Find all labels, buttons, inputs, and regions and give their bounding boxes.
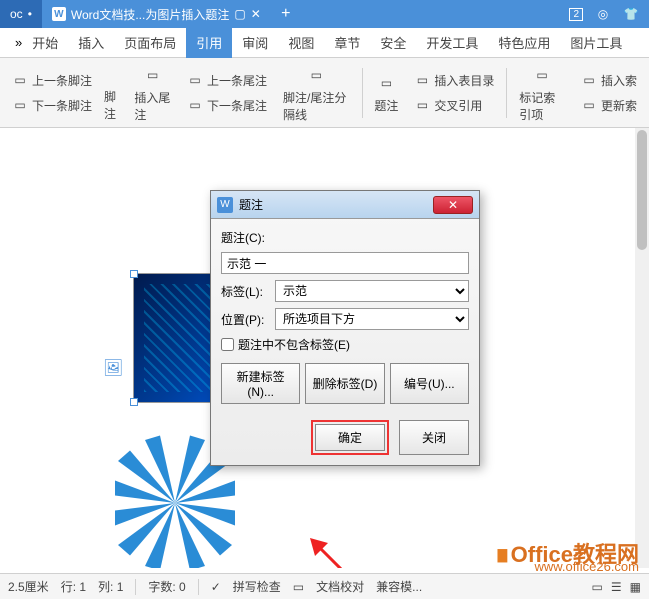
caption-input[interactable] (221, 252, 469, 274)
status-proof[interactable]: 文档校对 (316, 578, 364, 595)
tab-chapter[interactable]: 章节 (324, 28, 370, 58)
caption-button[interactable]: ▭ 题注 (370, 67, 402, 118)
tab-close-icon[interactable]: ✕ (251, 7, 261, 21)
mark-index-button[interactable]: ▭ 标记索引项 (515, 59, 569, 127)
mark-index-icon: ▭ (530, 63, 554, 87)
tab-doc-2[interactable]: W Word文档技...为图片插入题注 ▢ ✕ (42, 0, 271, 28)
resize-handle-sw[interactable] (130, 398, 138, 406)
separator-button[interactable]: ▭ 脚注/尾注分隔线 (279, 59, 354, 127)
position-select[interactable]: 所选项目下方 (275, 308, 469, 330)
watermark-url: www.office26.com (534, 559, 639, 574)
spell-check-icon[interactable]: ✓ (211, 580, 221, 594)
insert-toc-button[interactable]: ▭插入表目录 (410, 70, 498, 91)
ribbon: ▭上一条脚注 ▭下一条脚注 脚注 ▭ 插入尾注 ▭上一条尾注 ▭下一条尾注 ▭ … (0, 58, 649, 128)
tab-reference[interactable]: 引用 (186, 28, 232, 58)
footnote-label: 脚注 (104, 88, 122, 122)
status-compat: 兼容模... (376, 578, 422, 595)
scroll-thumb[interactable] (637, 130, 647, 250)
insert-index-button[interactable]: ▭插入索 (577, 70, 641, 91)
close-button[interactable]: ✕ (433, 196, 473, 214)
tab-dev[interactable]: 开发工具 (416, 28, 488, 58)
notification-badge[interactable]: 2 (569, 8, 583, 21)
toc-icon: ▭ (414, 72, 430, 88)
new-label-button[interactable]: 新建标签(N)... (221, 363, 300, 404)
prev-endnote-icon: ▭ (187, 72, 203, 88)
tab-insert[interactable]: 插入 (68, 28, 114, 58)
label-select[interactable]: 示范 (275, 280, 469, 302)
titlebar: oc • W Word文档技...为图片插入题注 ▢ ✕ + 2 ◎ 👕 (0, 0, 649, 28)
status-col: 列: 1 (98, 578, 123, 595)
dialog-title: 题注 (239, 196, 263, 213)
exclude-checkbox-input[interactable] (221, 338, 234, 351)
insert-index-icon: ▭ (581, 72, 597, 88)
close-button-action[interactable]: 关闭 (399, 420, 469, 455)
ribbon-more-icon[interactable]: » (15, 35, 22, 50)
tab-label: Word文档技...为图片插入题注 (71, 6, 229, 23)
resize-handle-nw[interactable] (130, 270, 138, 278)
tab-picture[interactable]: 图片工具 (560, 28, 632, 58)
cross-ref-button[interactable]: ▭交叉引用 (410, 95, 498, 116)
tab-doc-1[interactable]: oc • (0, 0, 42, 28)
next-endnote-icon: ▭ (187, 97, 203, 113)
next-footnote-icon: ▭ (12, 97, 28, 113)
crossref-icon: ▭ (414, 97, 430, 113)
numbering-button[interactable]: 编号(U)... (390, 363, 469, 404)
insert-endnote-button[interactable]: ▭ 插入尾注 (130, 59, 175, 127)
tab-dirty-dot: • (28, 7, 32, 21)
status-line: 行: 1 (61, 578, 86, 595)
update-index-button[interactable]: ▭更新索 (577, 95, 641, 116)
next-footnote-button[interactable]: ▭下一条脚注 (8, 95, 96, 116)
caption-label: 题注(C): (221, 229, 469, 246)
view-outline-icon[interactable]: ☰ (611, 580, 622, 594)
exclude-label-checkbox[interactable]: 题注中不包含标签(E) (221, 336, 469, 353)
endnote-icon: ▭ (141, 63, 165, 87)
tab-layout[interactable]: 页面布局 (114, 28, 186, 58)
next-endnote-button[interactable]: ▭下一条尾注 (183, 95, 271, 116)
tab-restore-icon[interactable]: ▢ (234, 7, 245, 21)
position-label: 位置(P): (221, 311, 269, 328)
proof-icon[interactable]: ▭ (293, 580, 304, 594)
tab-review[interactable]: 审阅 (232, 28, 278, 58)
tab-start[interactable]: 开始 (22, 28, 68, 58)
prev-footnote-button[interactable]: ▭上一条脚注 (8, 70, 96, 91)
tab-security[interactable]: 安全 (370, 28, 416, 58)
view-web-icon[interactable]: ▦ (630, 580, 641, 594)
caption-dialog: W 题注 ✕ 题注(C): 标签(L): 示范 位置(P): 所选项目下方 题注… (210, 190, 480, 466)
label-label: 标签(L): (221, 283, 269, 300)
update-index-icon: ▭ (581, 97, 597, 113)
separator-icon: ▭ (304, 63, 328, 87)
dialog-titlebar[interactable]: W 题注 ✕ (211, 191, 479, 219)
status-position: 2.5厘米 (8, 578, 49, 595)
ok-button[interactable]: 确定 (315, 424, 385, 451)
word-icon: W (52, 7, 66, 21)
tab-view[interactable]: 视图 (278, 28, 324, 58)
prev-footnote-icon: ▭ (12, 72, 28, 88)
prev-endnote-button[interactable]: ▭上一条尾注 (183, 70, 271, 91)
tab-special[interactable]: 特色应用 (488, 28, 560, 58)
ribbon-tabs: » 开始 插入 页面布局 引用 审阅 视图 章节 安全 开发工具 特色应用 图片… (0, 28, 649, 58)
new-tab-button[interactable]: + (271, 5, 301, 23)
ok-highlight: 确定 (311, 420, 389, 455)
status-spell[interactable]: 拼写检查 (233, 578, 281, 595)
tab-label: oc (10, 7, 23, 21)
caption-icon: ▭ (374, 71, 398, 95)
image-options-icon[interactable]: 🖼 (103, 358, 123, 378)
status-words: 字数: 0 (148, 578, 185, 595)
vertical-scrollbar[interactable] (635, 128, 649, 568)
app-icon: W (217, 197, 233, 213)
delete-label-button[interactable]: 删除标签(D) (305, 363, 384, 404)
skin-icon[interactable]: 👕 (623, 6, 639, 22)
statusbar: 2.5厘米 行: 1 列: 1 字数: 0 ✓ 拼写检查 ▭ 文档校对 兼容模.… (0, 573, 649, 599)
cloud-icon[interactable]: ◎ (595, 6, 611, 22)
annotation-arrow (300, 528, 420, 568)
view-page-icon[interactable]: ▭ (592, 580, 603, 594)
